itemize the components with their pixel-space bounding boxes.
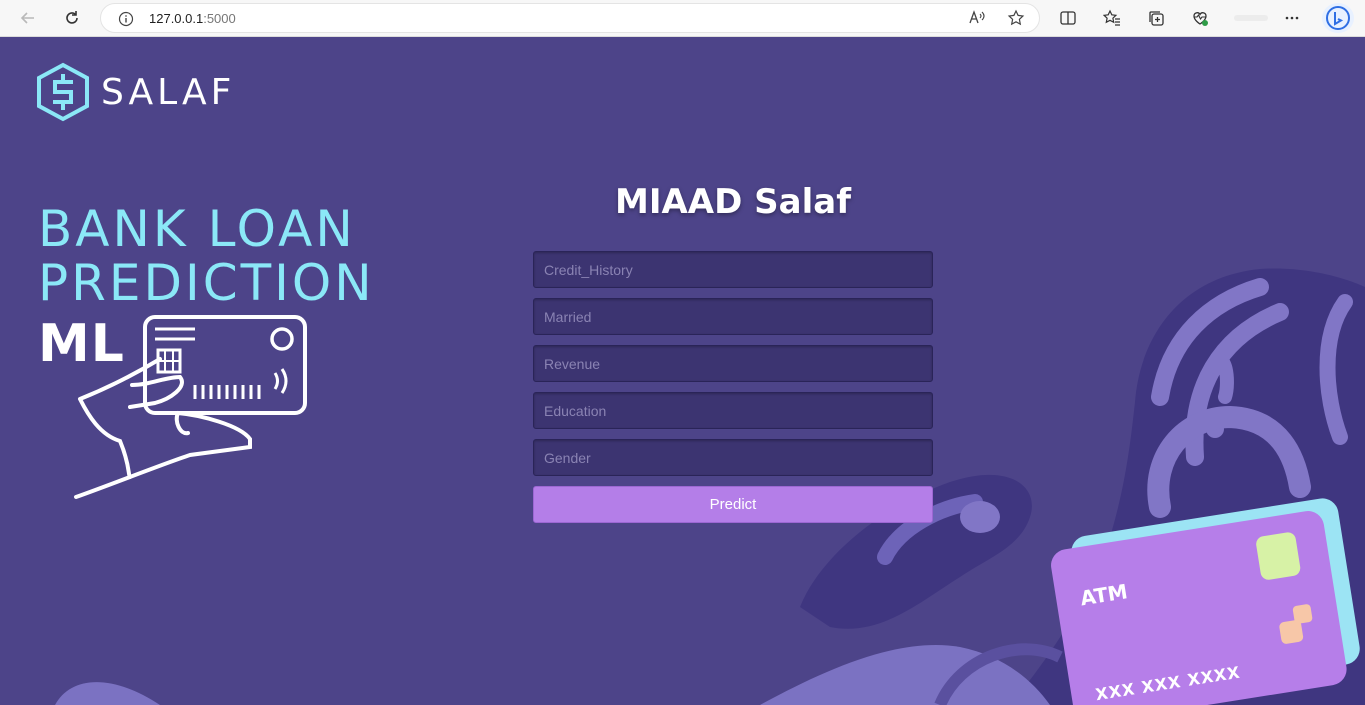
hero-line-2: PREDICTION	[38, 254, 375, 312]
revenue-input[interactable]	[533, 345, 933, 382]
url-host: 127.0.0.1	[149, 11, 204, 26]
back-arrow-icon	[20, 12, 34, 24]
url-port: :5000	[203, 11, 236, 26]
favorites-star-icon	[1103, 9, 1120, 26]
gender-input[interactable]	[533, 439, 933, 476]
read-aloud-icon	[969, 10, 985, 24]
heart-pulse-icon	[1193, 12, 1208, 26]
education-input[interactable]	[533, 392, 933, 429]
page-content: SALAF BANK LOAN PREDICTION ML MIAAD Sala…	[0, 37, 1365, 705]
salaf-logo-icon	[37, 62, 89, 122]
split-screen-icon	[1060, 11, 1076, 25]
brand-logo[interactable]: SALAF	[35, 62, 235, 122]
collections-icon	[1149, 11, 1164, 26]
info-icon	[118, 11, 134, 27]
favorite-button[interactable]	[1004, 6, 1028, 30]
hero-heading: BANK LOAN PREDICTION ML	[38, 200, 375, 374]
more-dots-icon	[1285, 16, 1299, 20]
refresh-icon	[66, 11, 78, 24]
collections-button[interactable]	[1144, 6, 1168, 30]
more-menu-button[interactable]	[1280, 6, 1304, 30]
married-input[interactable]	[533, 298, 933, 335]
hero-line-1: BANK LOAN	[38, 200, 356, 258]
url-text: 127.0.0.1:5000	[149, 11, 236, 26]
brand-name: SALAF	[101, 71, 236, 113]
bing-chat-button[interactable]	[1322, 3, 1354, 33]
atm-card-illustration: ATM XXX XXX XXXX	[1051, 498, 1360, 705]
star-icon	[1007, 9, 1025, 26]
bing-icon	[1326, 6, 1350, 30]
profile-placeholder[interactable]	[1234, 15, 1268, 21]
predict-button[interactable]: Predict	[533, 486, 933, 523]
browser-toolbar: 127.0.0.1:5000	[0, 0, 1365, 37]
read-aloud-button[interactable]	[965, 6, 989, 30]
back-button[interactable]	[14, 4, 42, 32]
address-bar[interactable]: 127.0.0.1:5000	[100, 3, 1040, 33]
hand-card-illustration	[74, 315, 307, 499]
form-title: MIAAD Salaf	[615, 182, 851, 222]
performance-button[interactable]	[1188, 6, 1212, 30]
credit-history-input[interactable]	[533, 251, 933, 288]
refresh-button[interactable]	[58, 4, 86, 32]
favorites-button[interactable]	[1100, 6, 1124, 30]
split-screen-button[interactable]	[1056, 6, 1080, 30]
